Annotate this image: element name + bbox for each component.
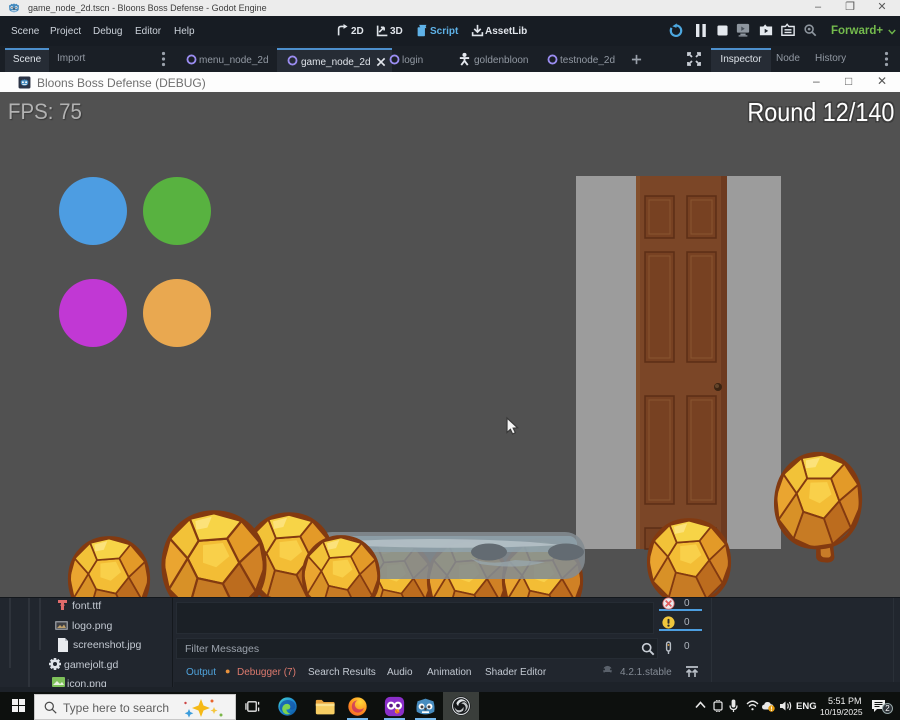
svg-text:!: ! — [770, 706, 772, 712]
